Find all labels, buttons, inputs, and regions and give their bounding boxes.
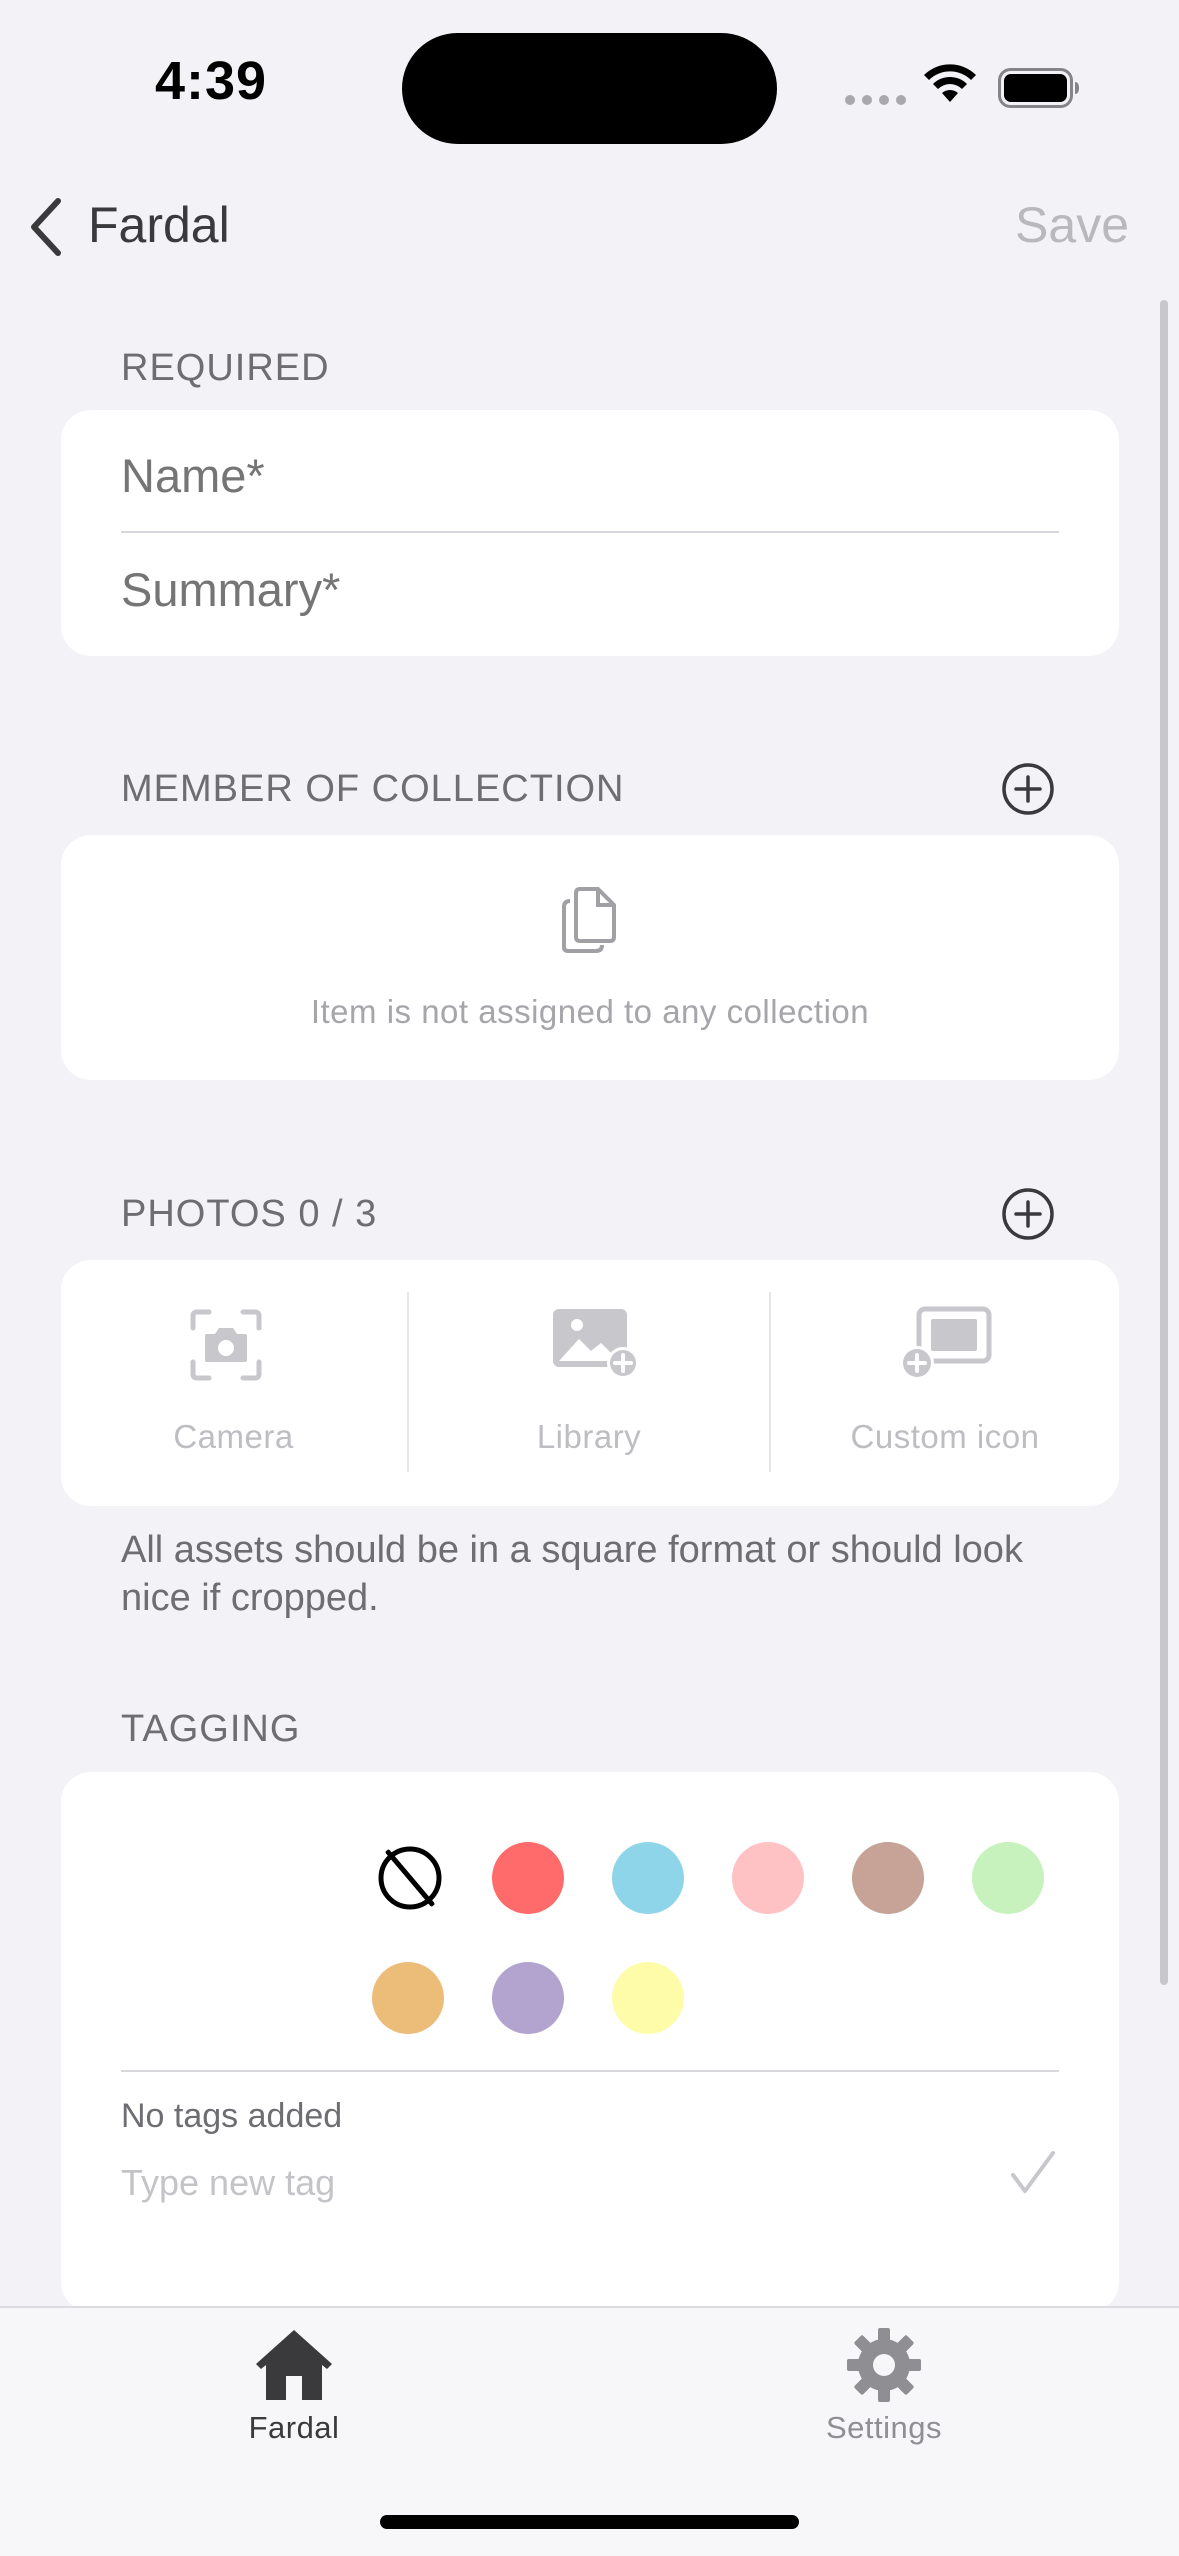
color-swatch-orange[interactable] xyxy=(372,1962,444,2034)
tab-fardal[interactable]: Fardal xyxy=(144,2326,444,2446)
dynamic-island xyxy=(402,33,777,144)
color-swatch-pink[interactable] xyxy=(732,1842,804,1914)
battery-icon xyxy=(998,68,1079,108)
scrollbar[interactable] xyxy=(1160,300,1168,1985)
color-swatch-brown[interactable] xyxy=(852,1842,924,1914)
custom-icon-option[interactable]: Custom icon xyxy=(771,1260,1119,1505)
tab-settings-label: Settings xyxy=(825,2410,942,2445)
collection-section-header: MEMBER OF COLLECTION xyxy=(121,768,625,810)
gear-icon xyxy=(847,2328,921,2402)
tagging-card: No tags added Type new tag xyxy=(61,1772,1119,2312)
status-time: 4:39 xyxy=(155,51,268,111)
camera-icon xyxy=(190,1309,262,1381)
house-icon xyxy=(256,2330,332,2400)
photos-format-note: All assets should be in a square format … xyxy=(121,1529,1023,1619)
color-swatch-yellow[interactable] xyxy=(612,1962,684,2034)
photo-library-icon xyxy=(553,1309,639,1379)
save-button[interactable]: Save xyxy=(1015,196,1129,254)
photos-section-header: PHOTOS 0 / 3 xyxy=(121,1193,378,1235)
add-photo-button[interactable] xyxy=(1001,1187,1055,1241)
no-tags-text: No tags added xyxy=(121,2097,343,2135)
name-field[interactable] xyxy=(121,448,1001,503)
color-swatch-blue[interactable] xyxy=(612,1842,684,1914)
field-divider xyxy=(121,531,1059,533)
photos-card: Camera Library Custom icon xyxy=(61,1260,1119,1506)
collection-card: Item is not assigned to any collection xyxy=(61,835,1119,1080)
wifi-icon xyxy=(924,64,976,102)
color-swatch-red[interactable] xyxy=(492,1842,564,1914)
collection-empty-text: Item is not assigned to any collection xyxy=(310,993,870,1030)
summary-field[interactable] xyxy=(121,562,1001,617)
checkmark-icon[interactable] xyxy=(1007,2147,1059,2199)
home-indicator xyxy=(380,2515,799,2529)
color-swatch-purple[interactable] xyxy=(492,1962,564,2034)
back-button-label[interactable]: Fardal xyxy=(88,196,230,254)
tab-settings[interactable]: Settings xyxy=(734,2326,1034,2446)
required-section-header: REQUIRED xyxy=(121,347,330,389)
add-collection-button[interactable] xyxy=(1001,762,1055,816)
custom-icon-label: Custom icon xyxy=(850,1418,1040,1455)
custom-icon-icon xyxy=(900,1306,992,1380)
back-chevron-icon[interactable] xyxy=(24,195,68,259)
library-option[interactable]: Library xyxy=(409,1260,769,1505)
cellular-signal-icon xyxy=(845,95,906,105)
library-label: Library xyxy=(536,1418,642,1455)
camera-label: Camera xyxy=(173,1418,294,1455)
camera-option[interactable]: Camera xyxy=(61,1260,406,1505)
tagging-section-header: TAGGING xyxy=(121,1708,301,1750)
tag-divider xyxy=(121,2070,1059,2072)
color-swatch-green[interactable] xyxy=(972,1842,1044,1914)
no-color-icon[interactable] xyxy=(374,1842,446,1914)
required-card xyxy=(61,410,1119,656)
documents-icon xyxy=(562,887,616,953)
new-tag-input[interactable]: Type new tag xyxy=(121,2162,335,2204)
tab-fardal-label: Fardal xyxy=(248,2410,340,2445)
